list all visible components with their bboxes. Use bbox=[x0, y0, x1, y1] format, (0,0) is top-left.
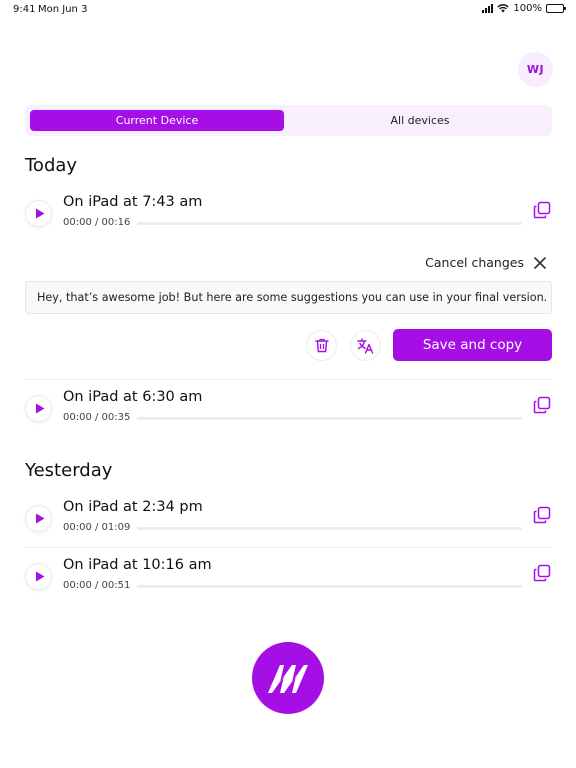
recording-time: 00:00 / 00:51 bbox=[63, 580, 131, 591]
translate-icon bbox=[357, 337, 374, 354]
tab-all-devices[interactable]: All devices bbox=[293, 110, 547, 131]
divider bbox=[25, 547, 552, 548]
section-title-today: Today bbox=[25, 155, 78, 176]
recording-title: On iPad at 6:30 am bbox=[63, 389, 203, 405]
play-button[interactable] bbox=[25, 563, 52, 590]
play-icon bbox=[35, 513, 44, 524]
copy-icon[interactable] bbox=[533, 564, 551, 582]
copy-icon[interactable] bbox=[533, 396, 551, 414]
status-bar: 9:41 Mon Jun 3 100% bbox=[0, 0, 576, 20]
transcript-edit-field[interactable]: Hey, that’s awesome job! But here are so… bbox=[25, 281, 552, 314]
copy-icon[interactable] bbox=[533, 201, 551, 219]
play-button[interactable] bbox=[25, 395, 52, 422]
battery-icon bbox=[546, 4, 566, 13]
playback-progress-bar[interactable] bbox=[137, 222, 522, 225]
playback-progress-bar[interactable] bbox=[137, 585, 522, 588]
playback-progress-bar[interactable] bbox=[137, 527, 522, 530]
play-icon bbox=[35, 403, 44, 414]
recording-title: On iPad at 7:43 am bbox=[63, 194, 203, 210]
divider bbox=[25, 379, 552, 380]
trash-icon bbox=[314, 338, 329, 353]
record-button[interactable] bbox=[252, 642, 324, 714]
play-button[interactable] bbox=[25, 505, 52, 532]
close-icon bbox=[534, 256, 546, 269]
cancel-changes-button[interactable]: Cancel changes bbox=[425, 255, 546, 270]
delete-button[interactable] bbox=[306, 330, 337, 361]
section-title-yesterday: Yesterday bbox=[25, 460, 113, 481]
copy-icon[interactable] bbox=[533, 506, 551, 524]
avatar[interactable]: WJ bbox=[518, 52, 553, 87]
play-button[interactable] bbox=[25, 200, 52, 227]
recording-time: 00:00 / 00:35 bbox=[63, 412, 131, 423]
wifi-icon bbox=[497, 4, 510, 13]
save-and-copy-button[interactable]: Save and copy bbox=[393, 329, 552, 361]
recording-row: On iPad at 10:16 am 00:00 / 00:51 bbox=[25, 557, 552, 603]
device-segmented-control: Current Device All devices bbox=[25, 105, 552, 136]
recording-title: On iPad at 10:16 am bbox=[63, 557, 212, 573]
play-icon bbox=[35, 571, 44, 582]
status-time: 9:41 bbox=[13, 4, 36, 15]
cancel-changes-label: Cancel changes bbox=[425, 255, 524, 270]
status-indicators: 100% bbox=[482, 3, 566, 14]
recording-title: On iPad at 2:34 pm bbox=[63, 499, 203, 515]
cellular-signal-icon bbox=[482, 4, 494, 13]
translate-button[interactable] bbox=[350, 330, 381, 361]
play-icon bbox=[35, 208, 44, 219]
recording-row: On iPad at 7:43 am 00:00 / 00:16 bbox=[25, 194, 552, 240]
tab-current-device[interactable]: Current Device bbox=[30, 110, 284, 131]
recording-row: On iPad at 6:30 am 00:00 / 00:35 bbox=[25, 389, 552, 435]
recording-time: 00:00 / 00:16 bbox=[63, 217, 131, 228]
battery-percent: 100% bbox=[513, 3, 542, 14]
playback-progress-bar[interactable] bbox=[137, 417, 522, 420]
recording-time: 00:00 / 01:09 bbox=[63, 522, 131, 533]
status-date: Mon Jun 3 bbox=[38, 4, 88, 15]
recording-row: On iPad at 2:34 pm 00:00 / 01:09 bbox=[25, 499, 552, 545]
app-logo-icon bbox=[268, 665, 308, 693]
